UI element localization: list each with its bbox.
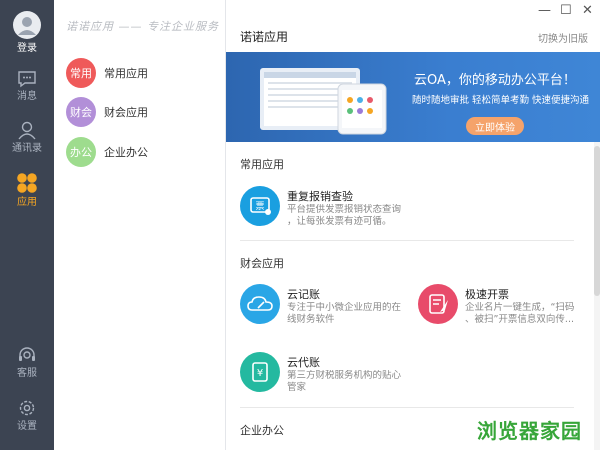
app-card-reimburse-check[interactable]: 票 重复报销查验 平台提供发票报销状态查询 ，让每张发票有迹可循。 — [240, 184, 420, 228]
app-card-desc: 企业名片一键生成，“扫码 、被扫”开票信息双向传... — [465, 302, 578, 326]
category-finance[interactable]: 财会 财会应用 — [66, 97, 148, 127]
app-icon-circle — [418, 284, 458, 324]
nav-login[interactable]: 登录 — [0, 10, 54, 55]
app-icon-circle: ¥ — [240, 352, 280, 392]
divider — [240, 407, 574, 408]
laptop-phone-illustration — [260, 68, 387, 135]
chat-bubble-icon — [18, 71, 36, 88]
nav-apps[interactable]: 应用 — [0, 172, 54, 209]
category-name: 常用应用 — [104, 67, 148, 80]
nav-contacts-label: 通讯录 — [12, 143, 42, 154]
nav-login-label: 登录 — [17, 43, 37, 54]
main-panel: — ☐ ✕ 诺诺应用 切换为旧版 云OA，你的移动办公平台！ 随时随地审批 轻松… — [226, 0, 600, 450]
person-icon — [18, 121, 36, 140]
app-card-desc-line: 第三方财税服务机构的贴心 — [287, 370, 402, 381]
try-now-button[interactable]: 立即体验 — [466, 117, 524, 135]
category-badge: 财会 — [66, 97, 96, 127]
nav-settings-label: 设置 — [17, 421, 37, 432]
app-card-desc: 专注于中小微企业应用的在 线财务软件 — [287, 302, 401, 326]
left-rail: 登录 消息 通讯录 应用 客服 设置 — [0, 0, 54, 450]
app-icon-circle: 票 — [240, 186, 280, 226]
app-card-title: 重复报销查验 — [287, 190, 353, 203]
app-card-desc: 第三方财税服务机构的贴心 管家 — [287, 370, 401, 394]
nav-contacts[interactable]: 通讯录 — [0, 120, 54, 155]
category-badge: 常用 — [66, 58, 96, 88]
app-card-desc-line: 专注于中小微企业应用的在 — [287, 302, 402, 313]
rocket-icon — [429, 294, 448, 314]
apps-grid-icon — [17, 173, 37, 193]
svg-text:票: 票 — [255, 201, 264, 212]
section-title: 常用应用 — [240, 158, 284, 171]
app-card-desc-line: ，让每张发票有迹可循。 — [287, 216, 392, 227]
headset-icon — [19, 347, 35, 361]
app-card-desc: 平台提供发票报销状态查询 ，让每张发票有迹可循。 — [287, 204, 401, 228]
nav-messages-label: 消息 — [17, 91, 37, 102]
minimize-button[interactable]: — — [538, 4, 551, 18]
nav-service-label: 客服 — [17, 368, 37, 379]
switch-old-version-link[interactable]: 切换为旧版 — [538, 30, 588, 45]
app-card-title: 极速开票 — [465, 288, 509, 301]
divider — [240, 240, 574, 241]
category-name: 企业办公 — [104, 146, 148, 159]
app-card-title: 云记账 — [287, 288, 320, 301]
maximize-button[interactable]: ☐ — [560, 4, 572, 18]
svg-text:¥: ¥ — [257, 368, 263, 379]
category-common[interactable]: 常用 常用应用 — [66, 58, 148, 88]
app-card-fast-invoice[interactable]: 极速开票 企业名片一键生成，“扫码 、被扫”开票信息双向传... — [418, 282, 578, 326]
category-badge: 办公 — [66, 137, 96, 167]
gear-icon — [19, 400, 35, 416]
category-column: 诺诺应用 —— 专注企业服务 常用 常用应用 财会 财会应用 办公 企业办公 — [54, 0, 226, 450]
app-icon-circle — [240, 284, 280, 324]
banner-subtitle: 随时随地审批 轻松简单考勤 快速便捷沟通 — [412, 95, 590, 106]
app-card-desc-line: 管家 — [287, 382, 307, 393]
watermark: 浏览器家园 — [477, 419, 582, 443]
app-card-desc-line: 、被扫”开票信息双向传... — [465, 314, 574, 325]
page-title: 诺诺应用 — [240, 30, 289, 44]
ledger-icon: ¥ — [252, 362, 268, 382]
avatar-icon — [13, 11, 41, 39]
nav-settings[interactable]: 设置 — [0, 398, 54, 433]
cloud-pen-icon — [247, 296, 273, 311]
nav-apps-label: 应用 — [17, 197, 37, 208]
section-title: 财会应用 — [240, 257, 284, 270]
app-card-cloud-agent[interactable]: ¥ 云代账 第三方财税服务机构的贴心 管家 — [240, 350, 420, 394]
nav-messages[interactable]: 消息 — [0, 70, 54, 103]
app-card-desc-line: 线财务软件 — [287, 314, 335, 325]
close-button[interactable]: ✕ — [582, 4, 593, 18]
app-window: 登录 消息 通讯录 应用 客服 设置 诺诺应用 —— 专注企业服务 常用 常用应… — [0, 0, 600, 450]
app-card-cloud-bookkeeping[interactable]: 云记账 专注于中小微企业应用的在 线财务软件 — [240, 282, 420, 326]
banner-headline: 云OA，你的移动办公平台！ — [414, 73, 576, 88]
app-card-title: 云代账 — [287, 356, 320, 369]
nav-service[interactable]: 客服 — [0, 345, 54, 380]
app-card-desc-line: 企业名片一键生成，“扫码 — [465, 302, 575, 313]
invoice-icon: 票 — [250, 197, 271, 215]
scrollbar-thumb[interactable] — [594, 146, 600, 296]
category-office[interactable]: 办公 企业办公 — [66, 137, 148, 167]
scrollbar[interactable] — [594, 142, 600, 450]
section-title: 企业办公 — [240, 424, 284, 437]
promo-banner[interactable]: 云OA，你的移动办公平台！ 随时随地审批 轻松简单考勤 快速便捷沟通 立即体验 — [226, 52, 600, 142]
slogan: 诺诺应用 —— 专注企业服务 — [66, 20, 219, 33]
category-name: 财会应用 — [104, 106, 148, 119]
app-card-desc-line: 平台提供发票报销状态查询 — [287, 204, 402, 215]
